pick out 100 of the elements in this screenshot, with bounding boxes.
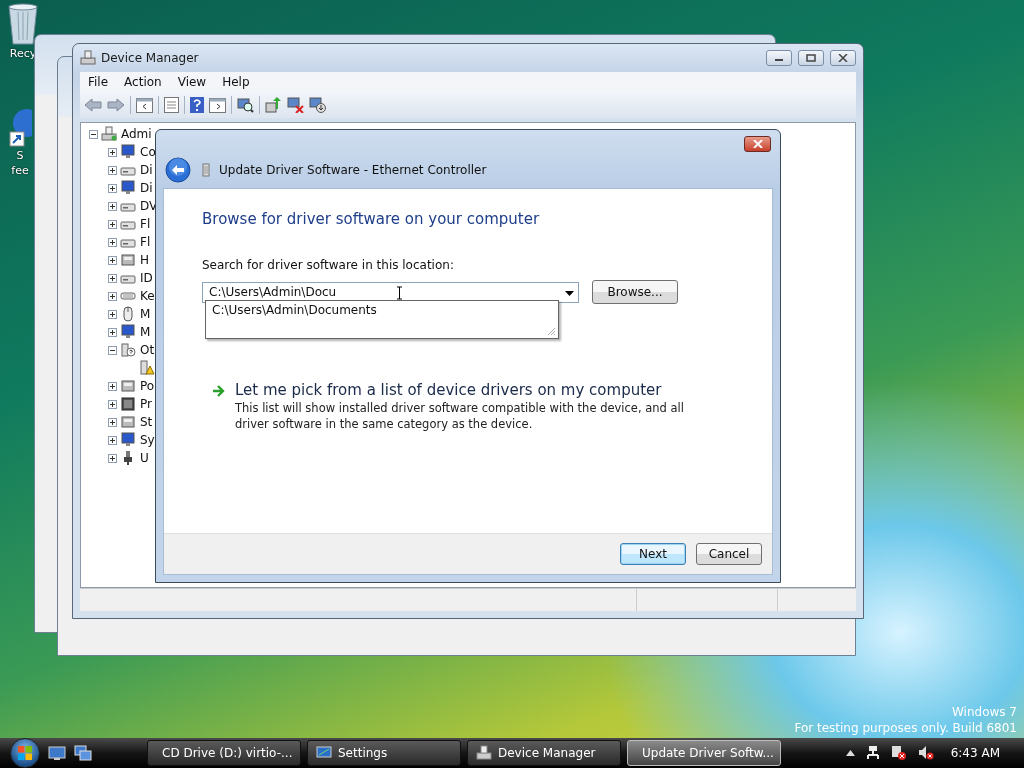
expand-icon[interactable] [108, 183, 117, 193]
scan-hardware-icon[interactable] [237, 97, 254, 113]
clock[interactable]: 6:43 AM [950, 746, 1000, 760]
help-icon[interactable] [190, 97, 204, 113]
desktop-icon-label[interactable]: Recy [9, 46, 37, 61]
show-desktop-icon[interactable] [48, 745, 66, 761]
text-cursor-icon [396, 285, 403, 300]
expand-icon[interactable] [108, 417, 117, 427]
tree-item[interactable]: U [140, 451, 149, 465]
close-button[interactable] [830, 50, 856, 66]
cancel-button[interactable]: Cancel [696, 543, 762, 565]
taskbar-button[interactable]: Device Manager [467, 740, 621, 766]
device-icon [120, 378, 136, 394]
build-notice-text: Windows 7 [952, 704, 1017, 720]
autocomplete-item[interactable]: C:\Users\Admin\Documents [206, 301, 558, 319]
expand-icon[interactable] [108, 453, 117, 463]
tree-item[interactable]: Po [140, 379, 155, 393]
location-label: Search for driver software in this location: [202, 258, 455, 272]
expand-icon[interactable] [108, 435, 117, 445]
desktop-icon-label[interactable]: fee [11, 163, 29, 178]
minimize-button[interactable] [766, 50, 792, 66]
network-card-icon [201, 163, 211, 177]
globe-shortcut-icon[interactable] [8, 108, 32, 148]
switch-windows-icon[interactable] [74, 745, 92, 761]
chip-icon [120, 396, 136, 412]
device-icon [120, 252, 136, 268]
tree-item[interactable]: ID [140, 271, 153, 285]
tree-item[interactable]: Di [140, 163, 153, 177]
resize-grip-icon[interactable] [546, 326, 556, 336]
close-icon [752, 140, 763, 148]
option-description: This list will show installed driver software compatible with the device, and all driver software in the same category as the device. [235, 400, 685, 432]
uninstall-icon[interactable] [287, 97, 304, 113]
expand-icon[interactable] [108, 255, 117, 265]
volume-muted-icon[interactable] [917, 745, 934, 761]
network-icon[interactable] [865, 745, 880, 761]
device-icon [120, 414, 136, 430]
expand-icon[interactable] [108, 291, 117, 301]
taskbar-button[interactable]: CD Drive (D:) virtio-... [147, 740, 301, 766]
warning-device-icon [139, 360, 155, 376]
taskbar-button[interactable]: Update Driver Softw... [627, 740, 781, 766]
forward-arrow-icon[interactable] [107, 98, 125, 112]
properties-icon[interactable] [164, 97, 179, 113]
computer-icon [80, 50, 96, 66]
expand-icon[interactable] [108, 147, 117, 157]
windows-logo-icon [17, 745, 33, 761]
expand-icon[interactable] [108, 381, 117, 391]
pick-driver-link[interactable]: Let me pick from a list of device drivers on my computer [235, 380, 705, 400]
menu-item[interactable]: Action [116, 75, 170, 89]
expand-icon[interactable] [108, 309, 117, 319]
tree-item[interactable]: H [140, 253, 150, 267]
expand-icon[interactable] [108, 165, 117, 175]
browse-button[interactable]: Browse... [592, 280, 678, 304]
expand-icon[interactable] [108, 399, 117, 409]
tree-item[interactable]: Di [140, 181, 153, 195]
show-hidden-icons-icon[interactable] [845, 750, 855, 756]
menu-item[interactable]: View [169, 75, 215, 89]
page-heading: Browse for driver software on your computer [202, 210, 541, 228]
tree-item[interactable]: Admi [121, 127, 152, 141]
next-button[interactable]: Next [620, 543, 686, 565]
start-button[interactable] [10, 738, 40, 768]
tree-item[interactable]: Ot [140, 343, 155, 357]
console-tree-icon[interactable] [136, 97, 153, 113]
tree-item[interactable]: Sy [140, 433, 155, 447]
action-pane-icon[interactable] [209, 97, 226, 113]
expand-icon[interactable] [108, 273, 117, 283]
tree-item[interactable]: St [140, 415, 153, 429]
build-notice-text: For testing purposes only. Build 6801 [794, 720, 1017, 736]
monitor-icon [120, 324, 136, 340]
collapse-icon[interactable] [89, 129, 98, 139]
recycle-bin-icon[interactable] [6, 2, 40, 46]
collapse-icon[interactable] [108, 345, 117, 355]
tree-item[interactable]: Fl [140, 235, 151, 249]
close-button[interactable] [744, 136, 771, 152]
monitor-icon [120, 432, 136, 448]
monitor-icon [120, 144, 136, 160]
taskbar-button[interactable]: Settings [307, 740, 461, 766]
disable-device-icon[interactable] [309, 97, 326, 113]
dialog-title: Update Driver Software - Ethernet Controller [219, 163, 487, 177]
update-driver-icon[interactable] [265, 97, 282, 113]
tree-item[interactable]: M [140, 307, 151, 321]
menu-item[interactable]: Help [214, 75, 258, 89]
menu-item[interactable]: File [80, 75, 117, 89]
tree-item[interactable]: Co [140, 145, 156, 159]
expand-icon[interactable] [108, 237, 117, 247]
mouse-icon [120, 306, 136, 322]
expand-icon[interactable] [108, 219, 117, 229]
computer-icon [101, 126, 117, 142]
arrow-icon [212, 385, 225, 397]
window-title: Device Manager [101, 51, 199, 65]
tree-item[interactable]: Pr [140, 397, 152, 411]
expand-icon[interactable] [108, 201, 117, 211]
dropdown-caret-icon[interactable] [565, 290, 574, 296]
tree-item[interactable]: Fl [140, 217, 151, 231]
desktop-icon-label[interactable]: S [16, 148, 24, 163]
maximize-button[interactable] [798, 50, 824, 66]
monitor-icon [120, 180, 136, 196]
expand-icon[interactable] [108, 327, 117, 337]
tree-item[interactable]: M [140, 325, 151, 339]
device-warning-icon[interactable] [890, 745, 907, 761]
tree-item[interactable]: Ke [140, 289, 155, 303]
